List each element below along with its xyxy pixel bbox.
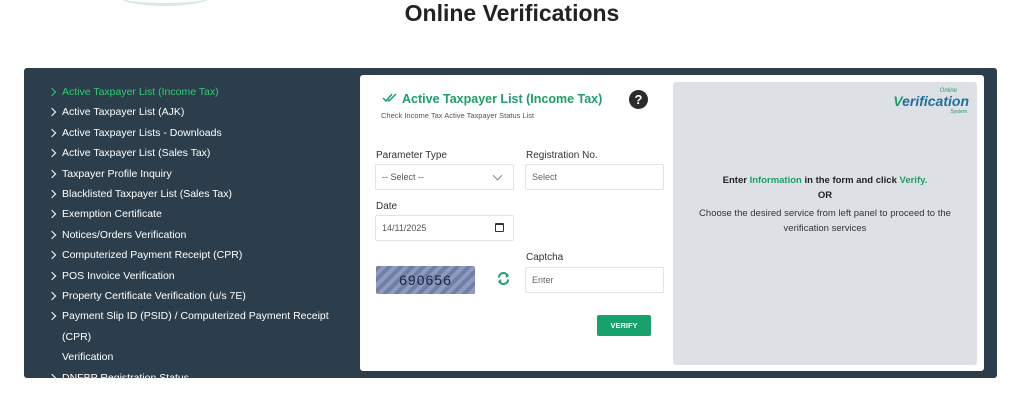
brand-v: V: [893, 93, 903, 109]
calendar-icon[interactable]: [495, 223, 504, 232]
form-card: Active Taxpayer List (Income Tax) Check …: [360, 75, 984, 371]
sidebar-item-label: DNFBP Registration Status: [62, 371, 190, 384]
info-highlight-information: Information: [749, 175, 802, 186]
chevron-right-icon: [47, 189, 57, 199]
chevron-right-icon: [47, 148, 57, 158]
info-instruction: Enter Information in the form and click …: [673, 175, 977, 186]
chevron-right-icon: [47, 230, 57, 240]
chevron-down-icon: [492, 170, 503, 181]
date-label: Date: [376, 201, 398, 212]
captcha-label: Captcha: [526, 252, 564, 263]
sidebar-item-pos-invoice[interactable]: POS Invoice Verification: [24, 266, 360, 286]
parameter-type-value: -- Select --: [382, 172, 425, 182]
sidebar: Active Taxpayer List (Income Tax) Active…: [24, 82, 360, 388]
verify-button[interactable]: VERIFY: [597, 315, 651, 336]
registration-label: Registration No.: [526, 150, 598, 161]
chevron-right-icon: [47, 271, 57, 280]
refresh-icon[interactable]: [496, 271, 511, 286]
chevron-right-icon: [47, 108, 57, 117]
sidebar-item-dnfbp[interactable]: DNFBP Registration Status: [24, 368, 360, 388]
captcha-input[interactable]: [525, 267, 664, 293]
date-value: 14/11/2025: [382, 223, 427, 233]
sidebar-item-label: Blacklisted Taxpayer List (Sales Tax): [62, 188, 233, 201]
parameter-type-select[interactable]: -- Select --: [375, 164, 514, 190]
sidebar-item-property-certificate[interactable]: Property Certificate Verification (u/s 7…: [24, 286, 360, 306]
chevron-right-icon: [47, 291, 57, 301]
chevron-right-icon: [47, 251, 57, 260]
double-check-icon: [382, 93, 397, 103]
sidebar-item-label: POS Invoice Verification: [62, 269, 175, 282]
help-icon[interactable]: ?: [629, 90, 648, 109]
sidebar-item-label: Taxpayer Profile Inquiry: [62, 167, 172, 180]
brand-rest: erification: [902, 93, 969, 109]
sidebar-item-label-line2: Verification: [62, 351, 114, 364]
info-text-1: Enter: [722, 175, 750, 186]
form-title: Active Taxpayer List (Income Tax): [402, 92, 603, 106]
sidebar-item-active-taxpayer-income-tax[interactable]: Active Taxpayer List (Income Tax): [24, 82, 360, 102]
sidebar-item-label: Active Taxpayer Lists - Downloads: [62, 126, 222, 139]
chevron-right-icon: [47, 312, 57, 321]
brand-system-text: System: [950, 109, 967, 115]
sidebar-item-psid-cpr[interactable]: Payment Slip ID (PSID) / Computerized Pa…: [24, 306, 360, 367]
chevron-right-icon: [47, 373, 57, 382]
sidebar-item-active-taxpayer-ajk[interactable]: Active Taxpayer List (AJK): [24, 102, 360, 122]
sidebar-item-notices-orders[interactable]: Notices/Orders Verification: [24, 225, 360, 245]
info-or: OR: [817, 190, 833, 201]
chevron-right-icon: [47, 87, 57, 97]
sidebar-item-exemption-certificate[interactable]: Exemption Certificate: [24, 204, 360, 224]
sidebar-item-active-taxpayer-sales-tax[interactable]: Active Taxpayer List (Sales Tax): [24, 143, 360, 163]
brand-logo: Online Verification System: [889, 88, 969, 115]
info-description: Choose the desired service from left pan…: [699, 208, 951, 234]
registration-input[interactable]: [525, 164, 664, 190]
brand-main-text: Verification: [893, 93, 969, 109]
sidebar-item-blacklisted-taxpayer[interactable]: Blacklisted Taxpayer List (Sales Tax): [24, 184, 360, 204]
parameter-type-label: Parameter Type: [376, 150, 447, 161]
chevron-right-icon: [47, 128, 57, 138]
sidebar-item-active-taxpayer-downloads[interactable]: Active Taxpayer Lists - Downloads: [24, 123, 360, 143]
info-panel: Online Verification System Enter Informa…: [673, 82, 977, 365]
sidebar-item-label: Active Taxpayer List (AJK): [62, 106, 185, 119]
captcha-image: 690656: [376, 266, 475, 294]
sidebar-item-label: Computerized Payment Receipt (CPR): [62, 249, 243, 262]
info-text-2: in the form and click: [801, 175, 900, 186]
sidebar-item-taxpayer-profile-inquiry[interactable]: Taxpayer Profile Inquiry: [24, 164, 360, 184]
form-subtitle: Check Income Tax Active Taxpayer Status …: [381, 111, 535, 120]
sidebar-item-label: Notices/Orders Verification: [62, 228, 187, 241]
sidebar-item-cpr[interactable]: Computerized Payment Receipt (CPR): [24, 245, 360, 265]
sidebar-item-label: Exemption Certificate: [62, 208, 162, 221]
sidebar-item-label: Property Certificate Verification (u/s 7…: [62, 290, 246, 303]
sidebar-item-label: Payment Slip ID (PSID) / Computerized Pa…: [62, 306, 360, 367]
sidebar-item-label-line1: Payment Slip ID (PSID) / Computerized Pa…: [62, 310, 329, 343]
date-input[interactable]: 14/11/2025: [375, 215, 514, 241]
info-highlight-verify: Verify.: [899, 175, 928, 186]
verification-form: Active Taxpayer List (Income Tax) Check …: [360, 75, 672, 371]
chevron-right-icon: [47, 210, 57, 219]
chevron-right-icon: [47, 169, 57, 178]
page-title: Online Verifications: [404, 0, 620, 26]
sidebar-item-label: Active Taxpayer List (Income Tax): [62, 86, 219, 98]
sidebar-item-label: Active Taxpayer List (Sales Tax): [62, 147, 211, 160]
